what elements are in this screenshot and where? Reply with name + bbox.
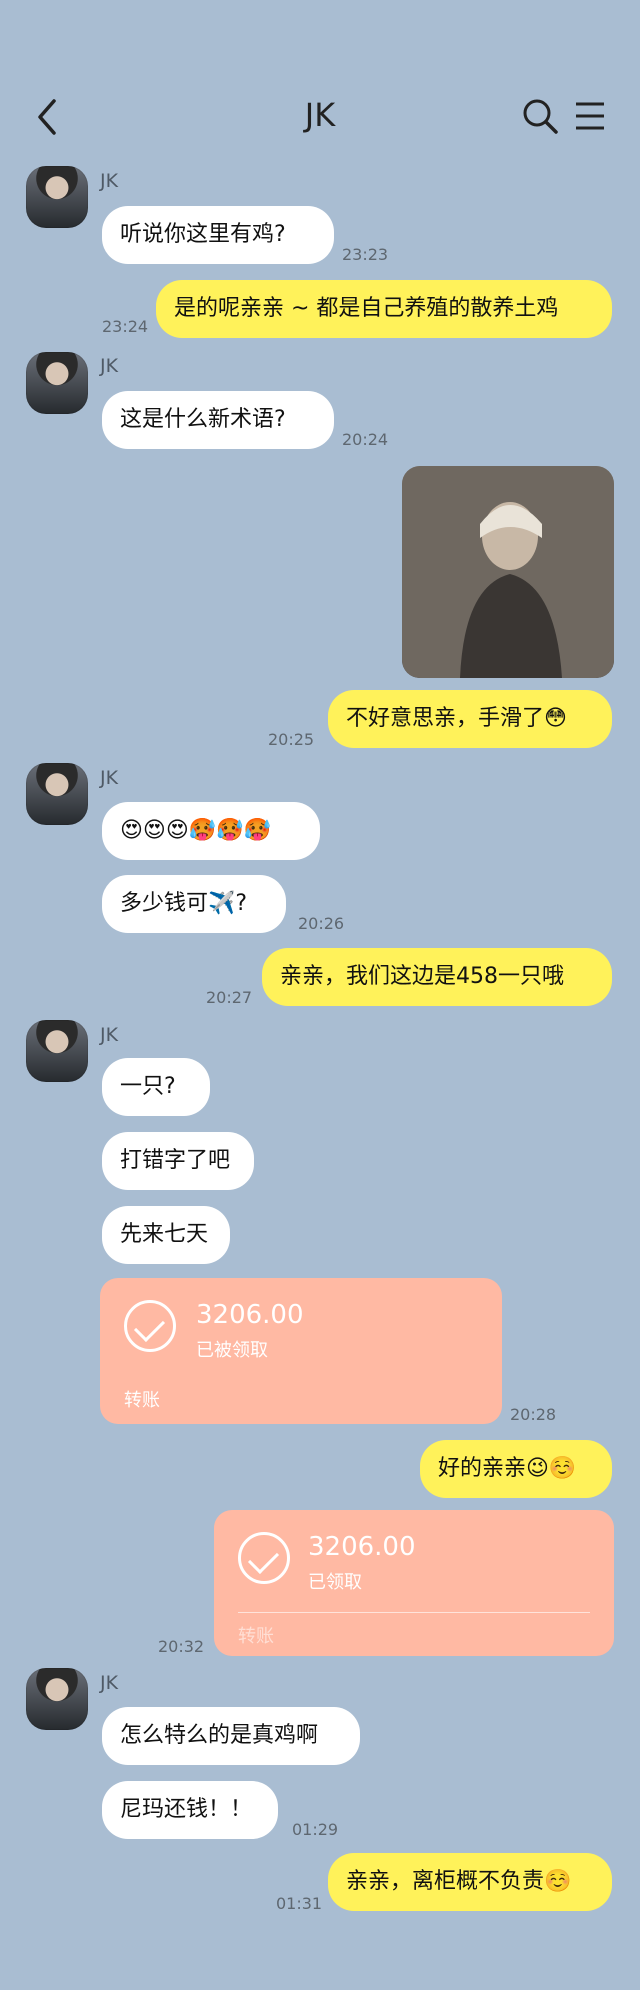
divider <box>238 1612 590 1613</box>
avatar[interactable] <box>26 1020 88 1082</box>
message-bubble-outgoing[interactable]: 亲亲，离柜概不负责☺️ <box>328 1853 612 1911</box>
transfer-card-accepted[interactable]: 3206.00 已领取 转账 <box>214 1510 614 1656</box>
message-time: 23:24 <box>102 317 149 336</box>
message-bubble-incoming[interactable]: 听说你这里有鸡? <box>102 206 334 264</box>
chat-header: JK <box>0 0 640 170</box>
message-time: 20:28 <box>510 1405 557 1424</box>
message-bubble-incoming[interactable]: 打错字了吧 <box>102 1132 254 1190</box>
sender-name: JK <box>100 1024 119 1046</box>
photo-image <box>402 466 614 678</box>
avatar[interactable] <box>26 166 88 228</box>
checkmark-circle-icon <box>124 1300 176 1352</box>
message-bubble-incoming[interactable]: 尼玛还钱！！ <box>102 1781 278 1839</box>
photo-message[interactable] <box>402 466 614 678</box>
transfer-status: 已被领取 <box>196 1340 268 1361</box>
avatar[interactable] <box>26 352 88 414</box>
message-bubble-outgoing[interactable]: 亲亲，我们这边是458一只哦 <box>262 948 612 1006</box>
message-bubble-incoming[interactable]: 怎么特么的是真鸡啊 <box>102 1707 360 1765</box>
message-bubble-outgoing[interactable]: 是的呢亲亲 ~ 都是自己养殖的散养土鸡 <box>156 280 612 338</box>
message-time: 23:23 <box>342 245 389 264</box>
message-time: 20:24 <box>342 430 389 449</box>
message-bubble-incoming[interactable]: 先来七天 <box>102 1206 230 1264</box>
transfer-amount: 3206.00 <box>308 1532 416 1562</box>
message-bubble-incoming[interactable]: 多少钱可✈️? <box>102 875 286 933</box>
checkmark-circle-icon <box>238 1532 290 1584</box>
message-time: 20:32 <box>158 1637 205 1656</box>
transfer-label: 转账 <box>238 1626 274 1647</box>
sender-name: JK <box>100 170 119 192</box>
sender-name: JK <box>100 355 119 377</box>
transfer-card-received[interactable]: 3206.00 已被领取 转账 <box>100 1278 502 1424</box>
message-bubble-incoming[interactable]: 这是什么新术语? <box>102 391 334 449</box>
menu-icon[interactable] <box>572 98 608 134</box>
transfer-amount: 3206.00 <box>196 1300 304 1330</box>
message-time: 20:27 <box>206 988 253 1007</box>
message-bubble-incoming[interactable]: 一只? <box>102 1058 210 1116</box>
message-time: 01:31 <box>276 1894 323 1913</box>
avatar[interactable] <box>26 1668 88 1730</box>
transfer-status: 已领取 <box>308 1572 362 1593</box>
transfer-label: 转账 <box>124 1390 160 1411</box>
message-time: 20:26 <box>298 914 345 933</box>
message-time: 20:25 <box>268 730 315 749</box>
message-bubble-incoming[interactable]: 😍😍😍🥵🥵🥵 <box>102 802 320 860</box>
message-bubble-outgoing[interactable]: 好的亲亲😉☺️ <box>420 1440 612 1498</box>
sender-name: JK <box>100 1672 119 1694</box>
message-bubble-outgoing[interactable]: 不好意思亲，手滑了😳 <box>328 690 612 748</box>
message-time: 01:29 <box>292 1820 339 1839</box>
avatar[interactable] <box>26 763 88 825</box>
sender-name: JK <box>100 767 119 789</box>
search-icon[interactable] <box>520 96 560 136</box>
